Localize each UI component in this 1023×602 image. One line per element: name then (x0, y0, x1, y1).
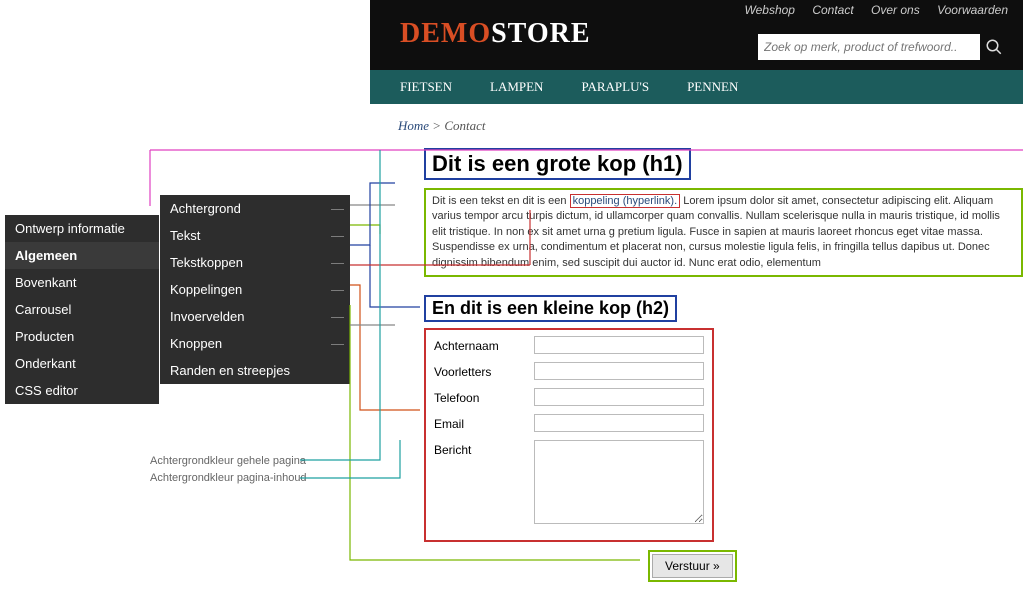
breadcrumb: Home > Contact (398, 118, 1023, 134)
annot-bg-content: Achtergrondkleur pagina-inhoud (150, 472, 307, 484)
label-bericht: Bericht (434, 440, 534, 457)
main-nav: FIETSEN LAMPEN PARAPLU'S PENNEN (370, 70, 1023, 104)
store-logo: DEMOSTORE (400, 18, 591, 50)
menu-css-editor[interactable]: CSS editor (5, 377, 159, 404)
label-telefoon: Telefoon (434, 388, 534, 405)
para-pre: Dit is een tekst en dit is een (432, 195, 570, 207)
page-content: Home > Contact Dit is een grote kop (h1)… (370, 104, 1023, 602)
logo-demo: DEMO (400, 18, 491, 49)
menu-producten[interactable]: Producten (5, 323, 159, 350)
body-paragraph: Dit is een tekst en dit is een koppeling… (432, 194, 1015, 271)
nav-lampen[interactable]: LAMPEN (490, 79, 543, 95)
logo-store: STORE (491, 18, 590, 49)
topnav-voorwaarden[interactable]: Voorwaarden (937, 3, 1008, 17)
annotation-labels: Achtergrondkleur gehele pagina Achtergro… (150, 455, 307, 489)
menu-carrousel[interactable]: Carrousel (5, 296, 159, 323)
form-annotation-box: Achternaam Voorletters Telefoon Email Be… (424, 328, 714, 542)
submenu-tekst[interactable]: Tekst (160, 222, 350, 249)
page-subtitle: En dit is een kleine kop (h2) (432, 298, 669, 319)
annot-bg-page: Achtergrondkleur gehele pagina (150, 455, 307, 467)
menu-onderkant[interactable]: Onderkant (5, 350, 159, 377)
breadcrumb-current: Contact (444, 118, 485, 133)
label-email: Email (434, 414, 534, 431)
menu-ontwerp-informatie[interactable]: Ontwerp informatie (5, 215, 159, 242)
submenu-knoppen[interactable]: Knoppen (160, 330, 350, 357)
h2-annotation-box: En dit is een kleine kop (h2) (424, 295, 677, 322)
submenu-achtergrond[interactable]: Achtergrond (160, 195, 350, 222)
topnav-webshop[interactable]: Webshop (745, 3, 795, 17)
submit-button[interactable]: Verstuur » (652, 554, 733, 578)
submenu-randen-streepjes[interactable]: Randen en streepjes (160, 357, 350, 384)
breadcrumb-sep: > (429, 118, 444, 133)
textarea-bericht[interactable] (534, 440, 704, 524)
topnav-overons[interactable]: Over ons (871, 3, 920, 17)
input-achternaam[interactable] (534, 336, 704, 354)
design-sub-menu: Achtergrond Tekst Tekstkoppen Koppelinge… (160, 195, 350, 384)
hyperlink-annotation[interactable]: koppeling (hyperlink). (570, 194, 681, 208)
submenu-tekstkoppen[interactable]: Tekstkoppen (160, 249, 350, 276)
top-nav: Webshop Contact Over ons Voorwaarden (731, 3, 1009, 17)
store-topbar: Webshop Contact Over ons Voorwaarden DEM… (370, 0, 1023, 70)
label-achternaam: Achternaam (434, 336, 534, 353)
submenu-koppelingen[interactable]: Koppelingen (160, 276, 350, 303)
search-wrap (758, 34, 1008, 60)
nav-fietsen[interactable]: FIETSEN (400, 79, 452, 95)
submenu-invoervelden[interactable]: Invoervelden (160, 303, 350, 330)
topnav-contact[interactable]: Contact (812, 3, 853, 17)
input-voorletters[interactable] (534, 362, 704, 380)
label-voorletters: Voorletters (434, 362, 534, 379)
page-title: Dit is een grote kop (h1) (432, 151, 683, 177)
input-telefoon[interactable] (534, 388, 704, 406)
store-preview: Webshop Contact Over ons Voorwaarden DEM… (370, 0, 1023, 602)
input-email[interactable] (534, 414, 704, 432)
menu-bovenkant[interactable]: Bovenkant (5, 269, 159, 296)
nav-paraplus[interactable]: PARAPLU'S (581, 79, 649, 95)
nav-pennen[interactable]: PENNEN (687, 79, 738, 95)
submit-annotation-box: Verstuur » (648, 550, 737, 582)
menu-algemeen[interactable]: Algemeen (5, 242, 159, 269)
h1-annotation-box: Dit is een grote kop (h1) (424, 148, 691, 180)
search-button[interactable] (980, 34, 1008, 60)
paragraph-annotation-box: Dit is een tekst en dit is een koppeling… (424, 188, 1023, 277)
breadcrumb-home[interactable]: Home (398, 118, 429, 133)
design-main-menu: Ontwerp informatie Algemeen Bovenkant Ca… (5, 215, 159, 404)
search-icon (985, 38, 1003, 56)
search-input[interactable] (758, 34, 980, 60)
